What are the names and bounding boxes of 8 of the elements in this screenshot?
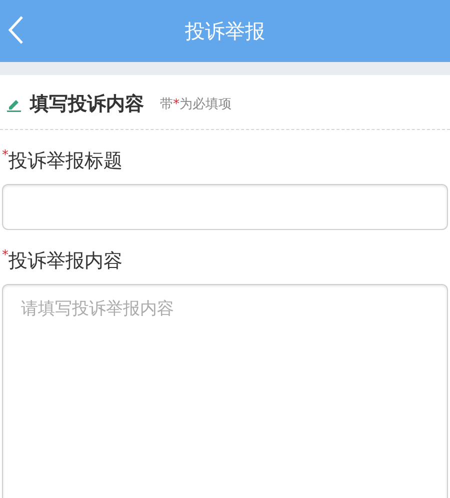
back-icon[interactable]: [8, 15, 24, 45]
title-field[interactable]: [2, 184, 448, 230]
section-title: 填写投诉内容: [30, 92, 144, 117]
field-label: *投诉举报内容: [1, 247, 124, 274]
content-field[interactable]: 请填写投诉举报内容: [2, 284, 448, 498]
field-label: *投诉举报标题: [1, 147, 124, 174]
page-title: 投诉举报: [185, 18, 265, 44]
required-hint: 带*为必填项: [160, 96, 232, 113]
